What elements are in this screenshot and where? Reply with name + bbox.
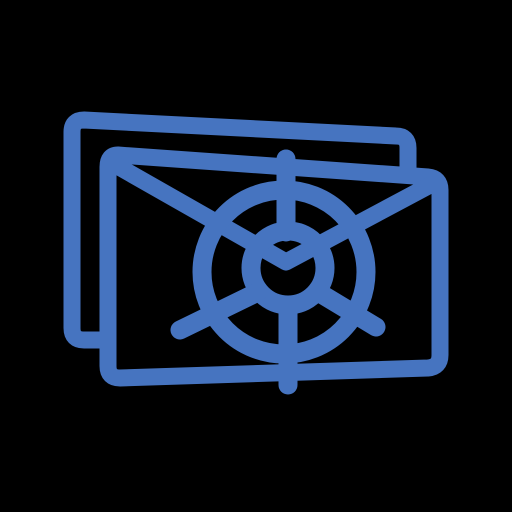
icon-graphic: [63, 111, 449, 395]
mail-vault-icon: [0, 0, 512, 512]
